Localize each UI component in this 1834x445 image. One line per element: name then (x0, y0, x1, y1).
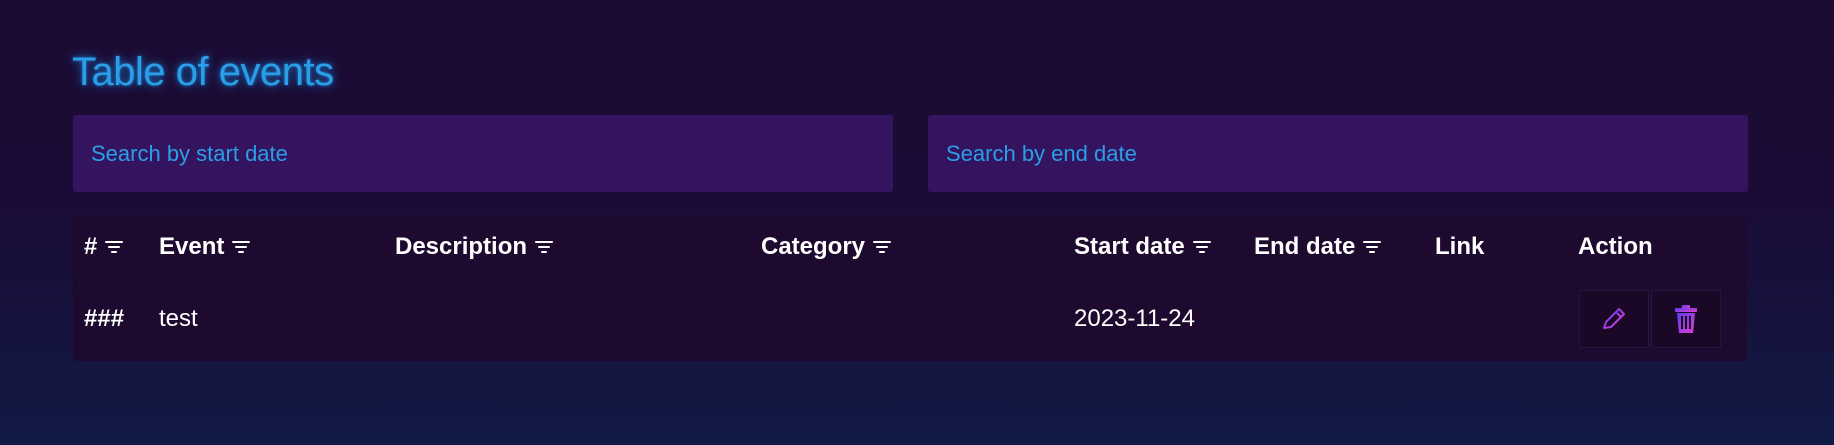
filter-icon[interactable] (1363, 240, 1382, 254)
column-header-label: Start date (1074, 233, 1185, 260)
edit-button[interactable] (1579, 290, 1649, 348)
column-header-label: Event (159, 233, 225, 260)
column-header-action: Action (1578, 217, 1653, 277)
column-header-link: Link (1435, 217, 1484, 277)
filter-icon[interactable] (873, 240, 892, 254)
trash-icon (1675, 305, 1697, 333)
column-header-label: Description (395, 233, 528, 260)
column-header-start-date[interactable]: Start date (1074, 217, 1211, 277)
column-header-label: End date (1254, 233, 1356, 260)
column-header-label: # (84, 233, 98, 260)
column-header-number[interactable]: # (84, 217, 124, 277)
column-header-label: Action (1578, 233, 1653, 260)
column-header-description[interactable]: Description (395, 217, 554, 277)
events-table: # Event Description Category Start date … (73, 217, 1747, 361)
filter-icon[interactable] (232, 240, 251, 254)
delete-button[interactable] (1651, 290, 1721, 348)
cell-event: test (159, 305, 198, 332)
column-header-end-date[interactable]: End date (1254, 217, 1382, 277)
column-header-event[interactable]: Event (159, 217, 251, 277)
filter-icon[interactable] (535, 240, 554, 254)
search-end-date-input[interactable] (928, 115, 1748, 192)
cell-number: ### (84, 305, 125, 332)
search-start-date-input[interactable] (73, 115, 893, 192)
column-header-label: Category (761, 233, 866, 260)
filter-icon[interactable] (105, 240, 124, 254)
pencil-icon (1603, 308, 1625, 332)
filter-icon[interactable] (1192, 240, 1211, 254)
page-title: Table of events (72, 50, 334, 94)
column-header-category[interactable]: Category (761, 217, 892, 277)
cell-start-date: 2023-11-24 (1074, 305, 1195, 332)
column-header-label: Link (1435, 233, 1485, 260)
